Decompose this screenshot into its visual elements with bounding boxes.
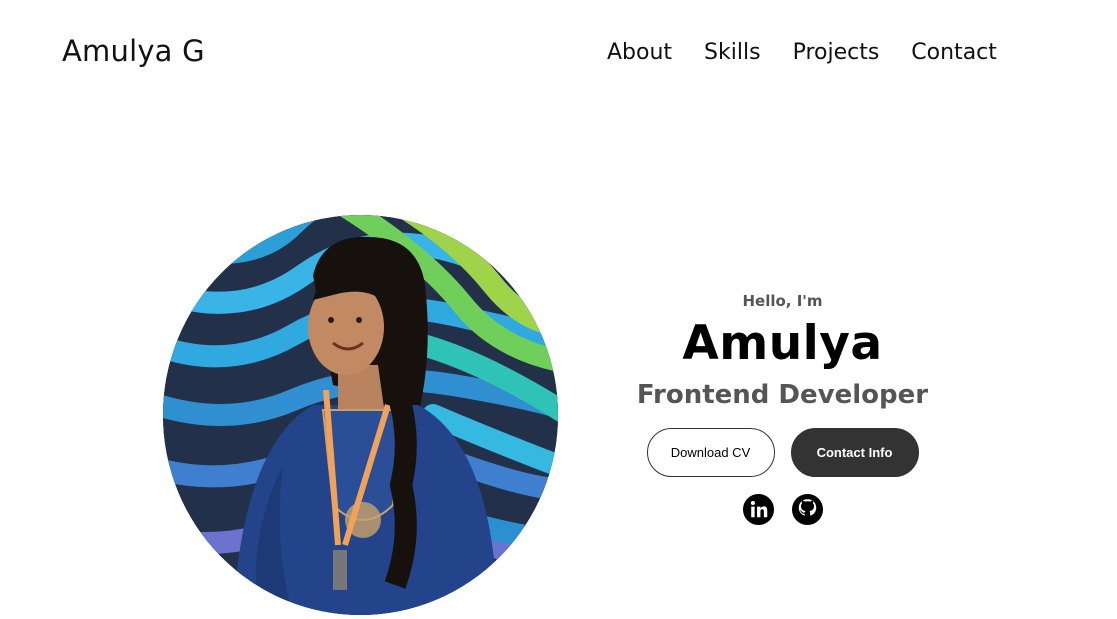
- nav-links: About Skills Projects Contact: [607, 40, 997, 65]
- profile-photo-illustration: [163, 215, 558, 615]
- top-navbar: Amulya G About Skills Projects Contact: [0, 0, 1117, 110]
- nav-link-contact[interactable]: Contact: [911, 40, 997, 65]
- hero-role: Frontend Developer: [636, 379, 929, 410]
- nav-link-skills[interactable]: Skills: [704, 40, 761, 65]
- nav-link-about[interactable]: About: [607, 40, 672, 65]
- hero-name: Amulya: [682, 316, 883, 371]
- github-icon[interactable]: [791, 493, 824, 526]
- hero-section: Hello, I'm Amulya Frontend Developer Dow…: [0, 110, 1117, 619]
- hero-buttons: Download CV Contact Info: [620, 427, 945, 477]
- social-links: [620, 493, 945, 526]
- nav-link-projects[interactable]: Projects: [793, 40, 880, 65]
- hero-text: Hello, I'm Amulya Frontend Developer Dow…: [620, 290, 945, 526]
- download-cv-button[interactable]: Download CV: [646, 427, 775, 477]
- linkedin-icon[interactable]: [742, 493, 775, 526]
- site-logo[interactable]: Amulya G: [62, 34, 205, 68]
- profile-photo: [163, 215, 558, 615]
- contact-info-button[interactable]: Contact Info: [790, 427, 919, 477]
- greeting-text: Hello, I'm: [742, 292, 823, 310]
